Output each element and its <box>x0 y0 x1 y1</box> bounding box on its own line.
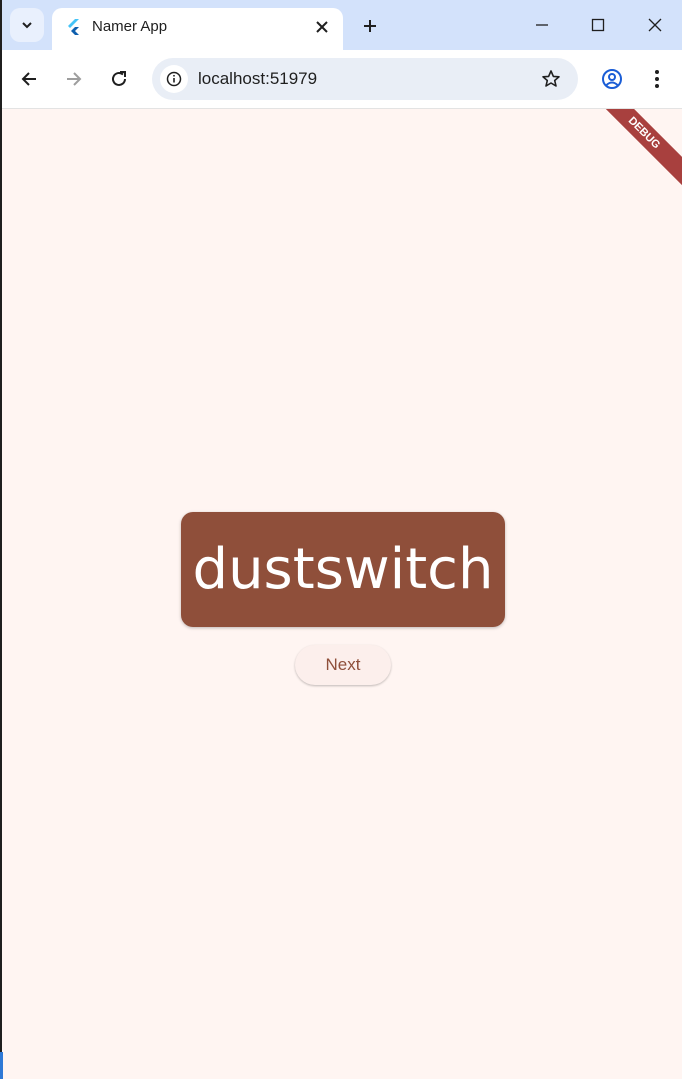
info-icon <box>166 71 182 87</box>
close-icon <box>648 18 662 32</box>
forward-button[interactable] <box>57 62 91 96</box>
star-icon <box>542 70 560 87</box>
debug-banner: DEBUG <box>580 109 682 197</box>
next-button[interactable]: Next <box>295 645 391 685</box>
close-tab-button[interactable] <box>311 16 333 38</box>
url-text[interactable]: localhost:51979 <box>198 69 317 89</box>
maximize-icon <box>591 18 605 32</box>
tab-title: Namer App <box>92 18 168 35</box>
browser-window: Namer App localhost:51979 DEBUG dustswit… <box>2 0 682 1079</box>
plus-icon <box>364 20 376 32</box>
arrow-right-icon <box>67 72 82 86</box>
more-vert-icon <box>655 70 659 88</box>
reload-button[interactable] <box>102 62 136 96</box>
maximize-button[interactable] <box>583 10 613 40</box>
tab-search-button[interactable] <box>10 8 44 42</box>
back-button[interactable] <box>12 62 46 96</box>
site-info-button[interactable] <box>160 65 188 93</box>
flutter-icon <box>68 19 79 35</box>
bookmark-button[interactable] <box>538 66 564 92</box>
arrow-left-icon <box>21 72 36 86</box>
browser-menu-button[interactable] <box>640 62 674 96</box>
new-tab-button[interactable] <box>356 12 384 40</box>
browser-toolbar: localhost:51979 <box>2 50 682 109</box>
word-pair-text: dustswitch <box>192 537 494 602</box>
word-card: dustswitch <box>181 512 505 627</box>
close-window-button[interactable] <box>640 10 670 40</box>
tab-namer-app[interactable]: Namer App <box>52 8 343 50</box>
minimize-button[interactable] <box>527 10 557 40</box>
close-icon <box>316 21 328 33</box>
app-viewport: DEBUG dustswitch Next <box>2 109 682 1079</box>
profile-button[interactable] <box>595 62 629 96</box>
profile-icon <box>602 69 622 89</box>
tab-strip: Namer App <box>2 0 682 50</box>
address-bar[interactable]: localhost:51979 <box>152 58 578 100</box>
chevron-down-icon <box>22 22 32 29</box>
reload-icon <box>112 71 126 86</box>
taskbar-edge <box>0 1052 3 1079</box>
minimize-icon <box>536 24 548 26</box>
